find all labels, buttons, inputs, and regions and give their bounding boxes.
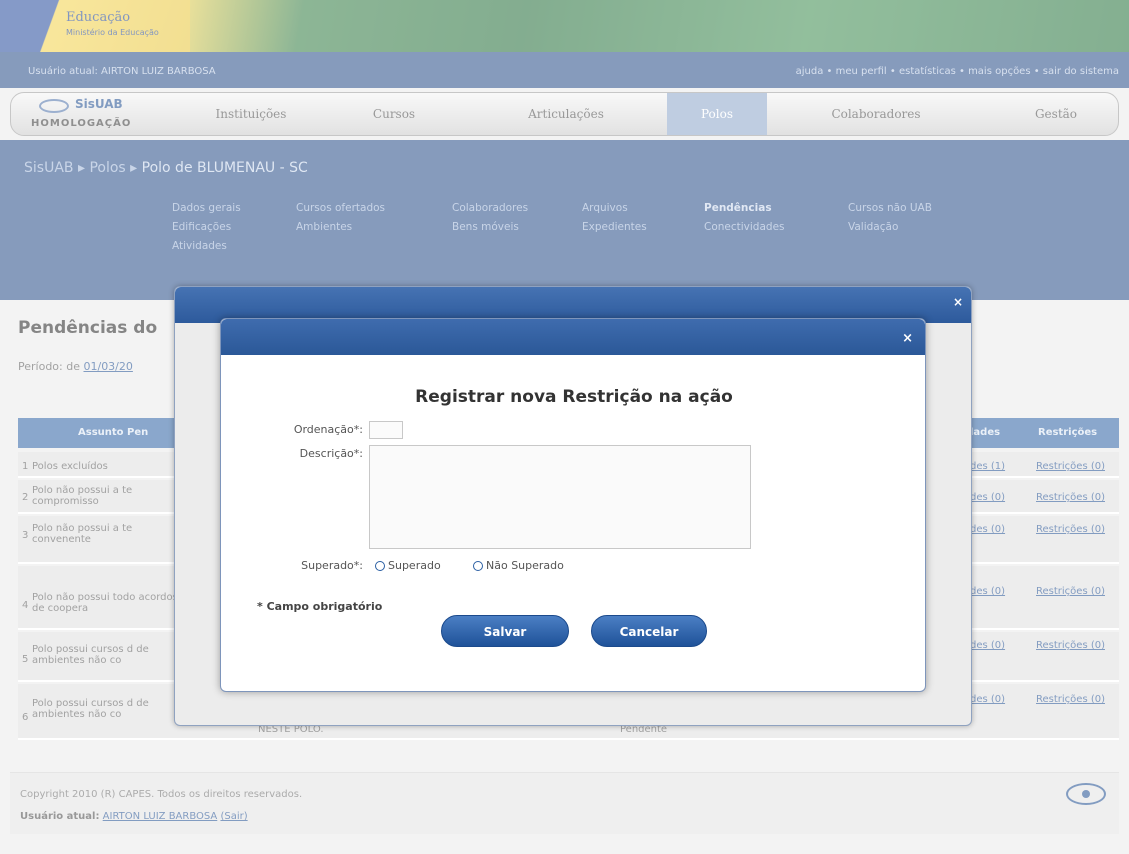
dialog-titlebar[interactable] [221,319,925,355]
required-note: * Campo obrigatório [257,600,383,613]
radio-superado[interactable]: Superado [375,559,441,572]
close-icon[interactable]: × [953,295,963,309]
close-icon[interactable]: × [902,331,913,346]
superado-label: Superado*: [301,559,363,572]
restriction-dialog: × Registrar nova Restrição na ação Orden… [220,318,926,692]
radio-circle-icon[interactable] [375,561,385,571]
dialog-title: Registrar nova Restrição na ação [415,387,733,407]
ordenacao-input[interactable] [369,421,403,439]
descricao-label: Descrição*: [299,447,363,460]
radio-nao-superado[interactable]: Não Superado [473,559,564,572]
descricao-textarea[interactable] [369,445,751,549]
ordenacao-label: Ordenação*: [293,423,363,436]
radio-circle-icon[interactable] [473,561,483,571]
save-button[interactable]: Salvar [441,615,569,647]
cancel-button[interactable]: Cancelar [591,615,707,647]
radio-superado-label: Superado [388,559,441,572]
radio-nao-superado-label: Não Superado [486,559,564,572]
